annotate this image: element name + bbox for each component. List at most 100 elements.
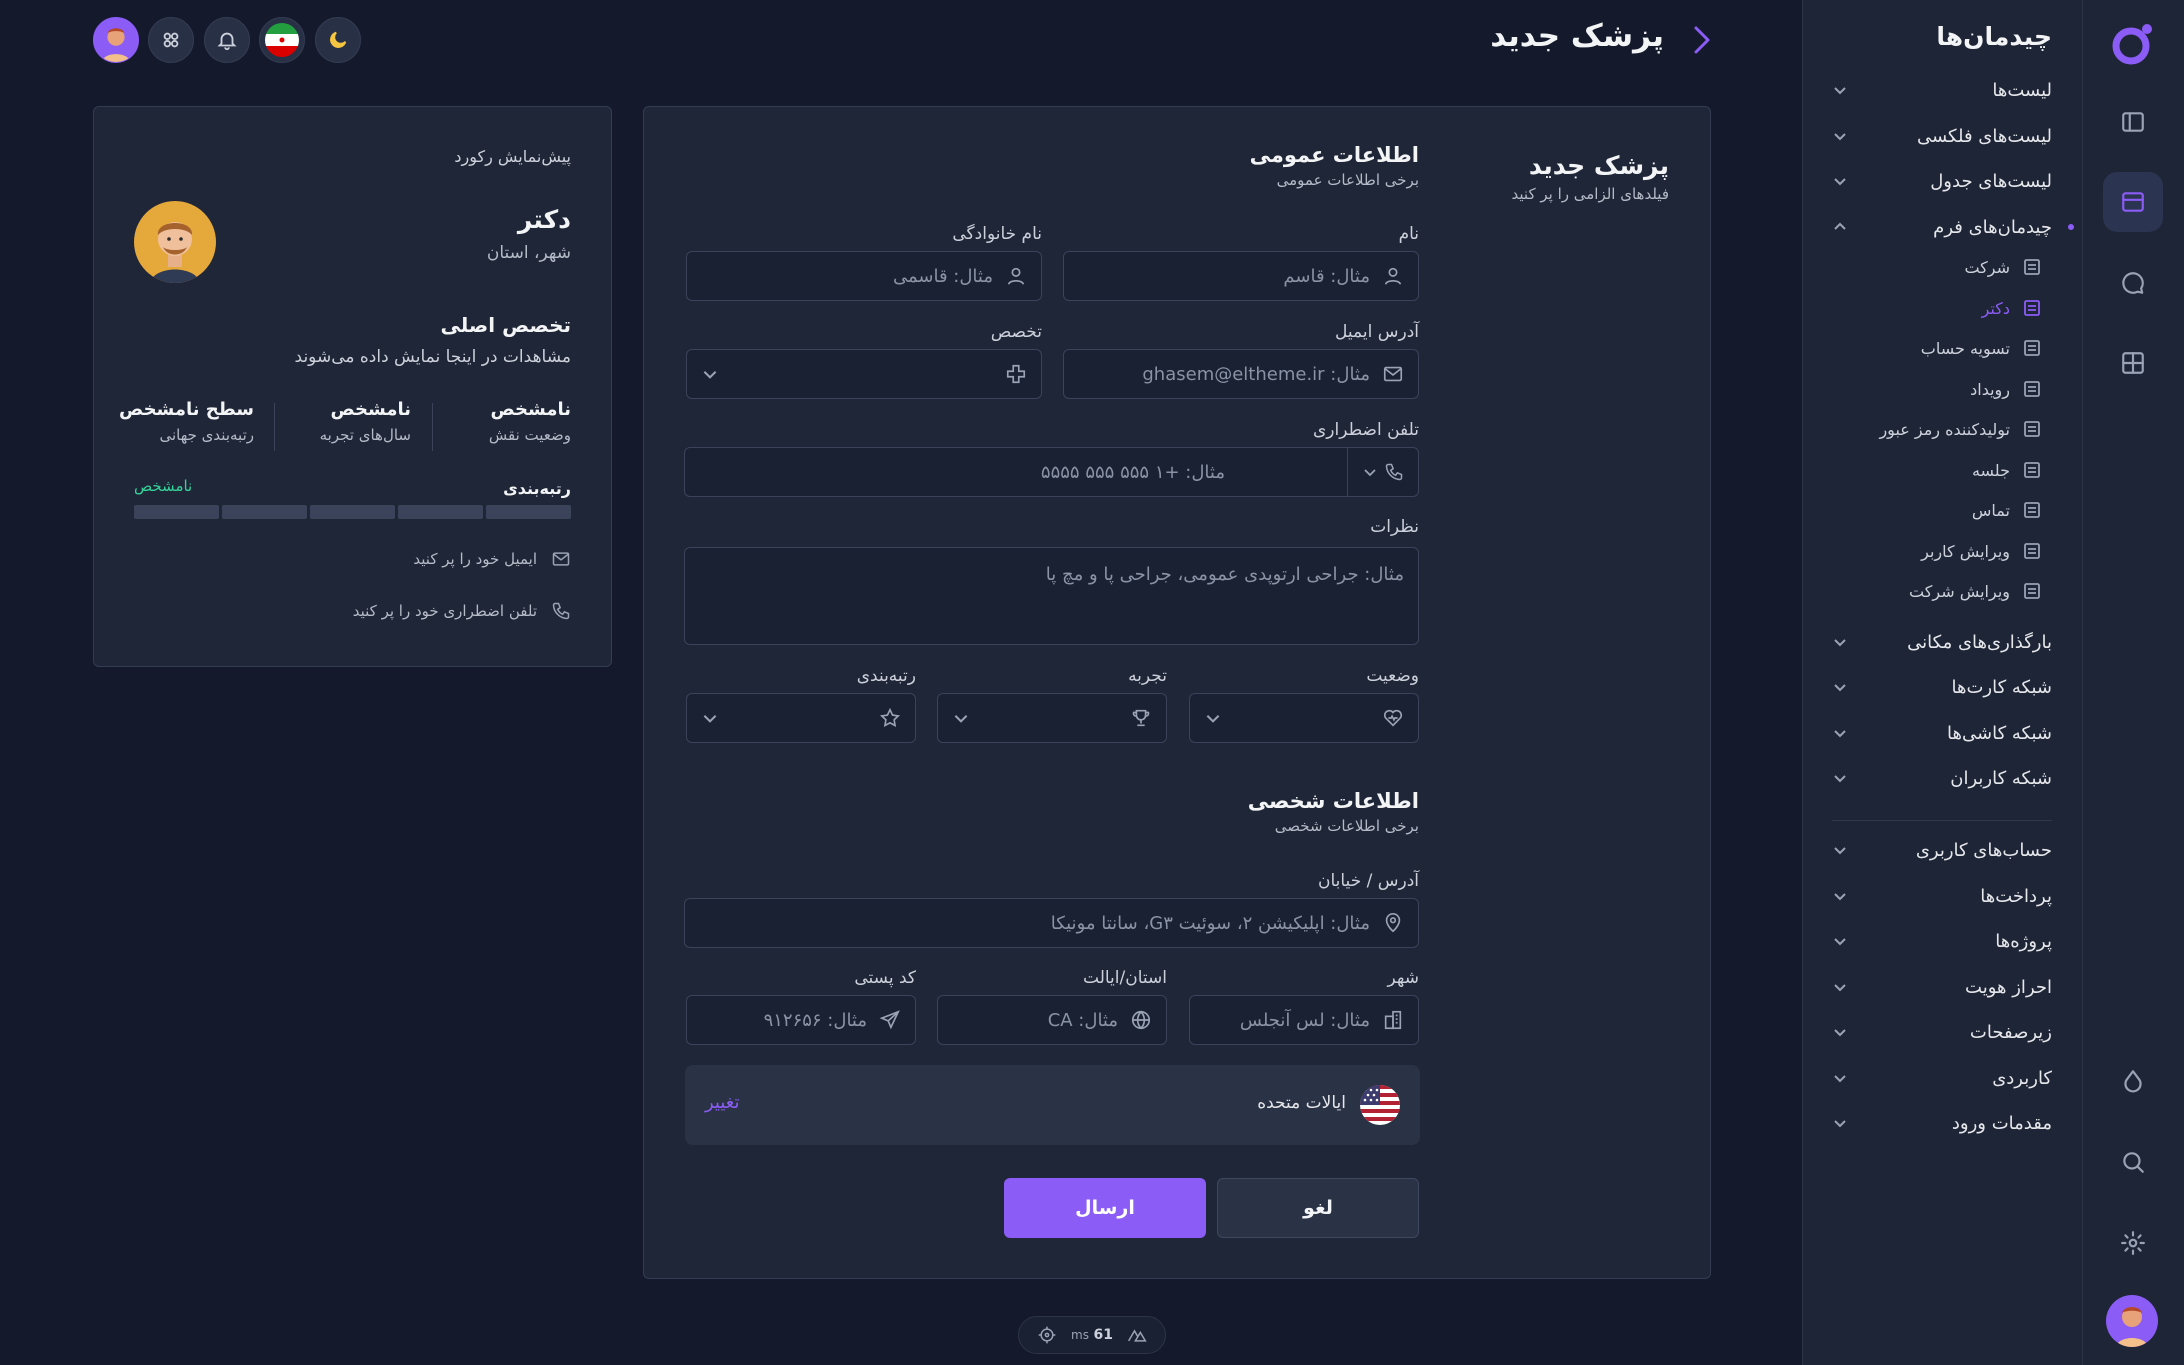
menu-item-flex-lists[interactable]: لیست‌های فلکسی xyxy=(1832,116,2052,156)
building-icon xyxy=(1384,1010,1402,1030)
menu-item-user-grid[interactable]: شبکه کاربران xyxy=(1832,758,2052,798)
gear-icon[interactable] xyxy=(2103,1213,2163,1273)
chevron-down-icon xyxy=(1834,847,1846,855)
menu-item-payments[interactable]: پرداخت‌ها xyxy=(1832,876,2052,916)
page-title: پزشک جدید xyxy=(1490,18,1664,54)
cancel-button[interactable]: لغو xyxy=(1217,1178,1419,1238)
form-icon xyxy=(2024,543,2040,559)
email-hint: ایمیل خود را پر کنید xyxy=(413,549,571,569)
app-logo[interactable] xyxy=(2109,20,2157,68)
user-avatar[interactable] xyxy=(2106,1295,2158,1347)
sub-item-edit-company[interactable]: ویرایش شرکت xyxy=(1909,573,2042,609)
rating-bar-segment xyxy=(486,505,571,519)
menu-item-utility[interactable]: کاربردی xyxy=(1832,1058,2052,1098)
sub-item-checkout[interactable]: تسویه حساب xyxy=(1921,330,2042,366)
general-info-subtitle: برخی اطلاعات عمومی xyxy=(1276,171,1419,189)
city-input[interactable]: مثال: لس آنجلس xyxy=(1189,995,1419,1045)
search-icon[interactable] xyxy=(2103,1132,2163,1192)
sub-item-event[interactable]: رویداد xyxy=(1970,371,2042,407)
chevron-down-icon xyxy=(1834,775,1846,783)
menu-item-tile-grid[interactable]: شبکه کاشی‌ها xyxy=(1832,713,2052,753)
medical-cross-icon xyxy=(1006,364,1026,384)
last-name-input[interactable]: مثال: قاسمی xyxy=(686,251,1042,301)
experience-select[interactable] xyxy=(937,693,1167,743)
country-code-select[interactable] xyxy=(1347,448,1418,496)
notifications-button[interactable] xyxy=(204,17,250,63)
menu-item-onboarding[interactable]: مقدمات ورود xyxy=(1832,1103,2052,1143)
globe-icon xyxy=(1131,1010,1151,1030)
chevron-down-icon xyxy=(1834,1120,1846,1128)
form-icon xyxy=(2024,583,2040,599)
apps-button[interactable] xyxy=(148,17,194,63)
mail-icon xyxy=(552,552,570,566)
chat-icon[interactable] xyxy=(2103,253,2163,313)
profile-avatar-button[interactable] xyxy=(93,17,139,63)
record-preview-card: پیش‌نمایش رکورد دکتر شهر، استان تخصص اصل… xyxy=(93,106,612,667)
grid-icon[interactable] xyxy=(2103,333,2163,393)
sub-item-password-generator[interactable]: تولیدکننده رمز عبور xyxy=(1879,411,2042,447)
droplet-icon[interactable] xyxy=(2103,1051,2163,1111)
rating-select[interactable] xyxy=(686,693,916,743)
form-icon xyxy=(2024,259,2040,275)
form-icon xyxy=(2024,462,2040,478)
address-input[interactable]: مثال: اپلیکیشن ۲، سوئیت G۳، سانتا مونیکا xyxy=(684,898,1419,948)
menu-item-form-layouts[interactable]: چیدمان‌های فرم xyxy=(1832,207,2074,247)
stat-divider xyxy=(274,403,275,451)
sub-item-edit-user[interactable]: ویرایش کاربر xyxy=(1921,533,2042,569)
menu-item-auth[interactable]: احراز هویت xyxy=(1832,967,2052,1007)
preview-label: پیش‌نمایش رکورد xyxy=(454,147,571,166)
render-time: ms 61 xyxy=(1071,1327,1113,1343)
sub-item-meeting[interactable]: جلسه xyxy=(1972,452,2042,488)
sub-item-company[interactable]: شرکت xyxy=(1964,249,2042,285)
form-side-subtitle: فیلدهای الزامی را پر کنید xyxy=(1511,185,1669,203)
notes-textarea[interactable]: مثال: جراحی ارتوپدی عمومی، جراحی پا و مچ… xyxy=(684,547,1419,645)
general-info-title: اطلاعات عمومی xyxy=(1249,143,1419,167)
first-name-label: نام xyxy=(1398,224,1419,244)
crosshair-icon[interactable] xyxy=(1037,1325,1057,1345)
language-button[interactable] xyxy=(259,17,305,63)
menu-item-projects[interactable]: پروژه‌ها xyxy=(1832,921,2052,961)
layouts-icon[interactable] xyxy=(2103,172,2163,232)
state-input[interactable]: مثال: CA xyxy=(937,995,1167,1045)
heart-pulse-icon xyxy=(1383,709,1403,727)
preview-location: شهر، استان xyxy=(486,243,571,263)
sub-item-doctor[interactable]: دکتر xyxy=(1982,290,2042,326)
bell-icon xyxy=(217,32,237,51)
first-name-input[interactable]: مثال: قاسم xyxy=(1063,251,1419,301)
emergency-phone-input[interactable]: مثال: +۱ ۵۵۵ ۵۵۵ ۵۵۵۵ xyxy=(684,447,1419,497)
chevron-up-icon xyxy=(1834,222,1846,230)
address-label: آدرس / خیابان xyxy=(1317,871,1419,891)
chevron-down-icon xyxy=(1364,469,1376,477)
status-select[interactable] xyxy=(1189,693,1419,743)
dev-tools-pill[interactable]: ms 61 xyxy=(1018,1316,1166,1354)
chevron-down-icon xyxy=(1206,715,1220,723)
menu-item-accounts[interactable]: حساب‌های کاربری xyxy=(1832,830,2052,870)
menu-item-placeloads[interactable]: بارگذاری‌های مکانی xyxy=(1832,622,2052,662)
menu-item-lists[interactable]: لیست‌ها xyxy=(1832,70,2052,110)
chevron-down-icon xyxy=(1834,938,1846,946)
state-label: استان/ایالت xyxy=(1083,968,1167,988)
chevron-down-icon xyxy=(1834,87,1846,95)
back-chevron-icon[interactable] xyxy=(1687,24,1715,56)
doctor-form-card: پزشک جدید فیلدهای الزامی را پر کنید اطلا… xyxy=(643,106,1711,1279)
specialty-select[interactable] xyxy=(686,349,1042,399)
menu-item-card-grid[interactable]: شبکه کارت‌ها xyxy=(1832,667,2052,707)
theme-toggle-button[interactable] xyxy=(315,17,361,63)
rating-bar-segment xyxy=(310,505,395,519)
email-input[interactable]: مثال: ghasem@eltheme.ir xyxy=(1063,349,1419,399)
change-country-link[interactable]: تغییر xyxy=(705,1092,740,1113)
zip-label: کد پستی xyxy=(854,968,916,988)
submit-button[interactable]: ارسال xyxy=(1004,1178,1206,1238)
moon-icon xyxy=(330,31,347,48)
form-icon xyxy=(2024,421,2040,437)
zip-input[interactable]: مثال: ۹۱۲۶۵۶ xyxy=(686,995,916,1045)
layouts-menu: چیدمان‌ها لیست‌ها لیست‌های فلکسی لیست‌ها… xyxy=(1802,0,2082,1365)
menu-item-table-lists[interactable]: لیست‌های جدول xyxy=(1832,161,2052,201)
last-name-label: نام خانوادگی xyxy=(952,224,1042,244)
country-name: ایالات متحده xyxy=(1257,1093,1346,1113)
sub-item-contact[interactable]: تماس xyxy=(1972,492,2042,528)
sidebar-layout-icon[interactable] xyxy=(2103,92,2163,152)
menu-item-subpages[interactable]: زیرصفحات xyxy=(1832,1012,2052,1052)
nuxt-logo-icon[interactable] xyxy=(1127,1325,1147,1345)
rating-bar-segment xyxy=(398,505,483,519)
